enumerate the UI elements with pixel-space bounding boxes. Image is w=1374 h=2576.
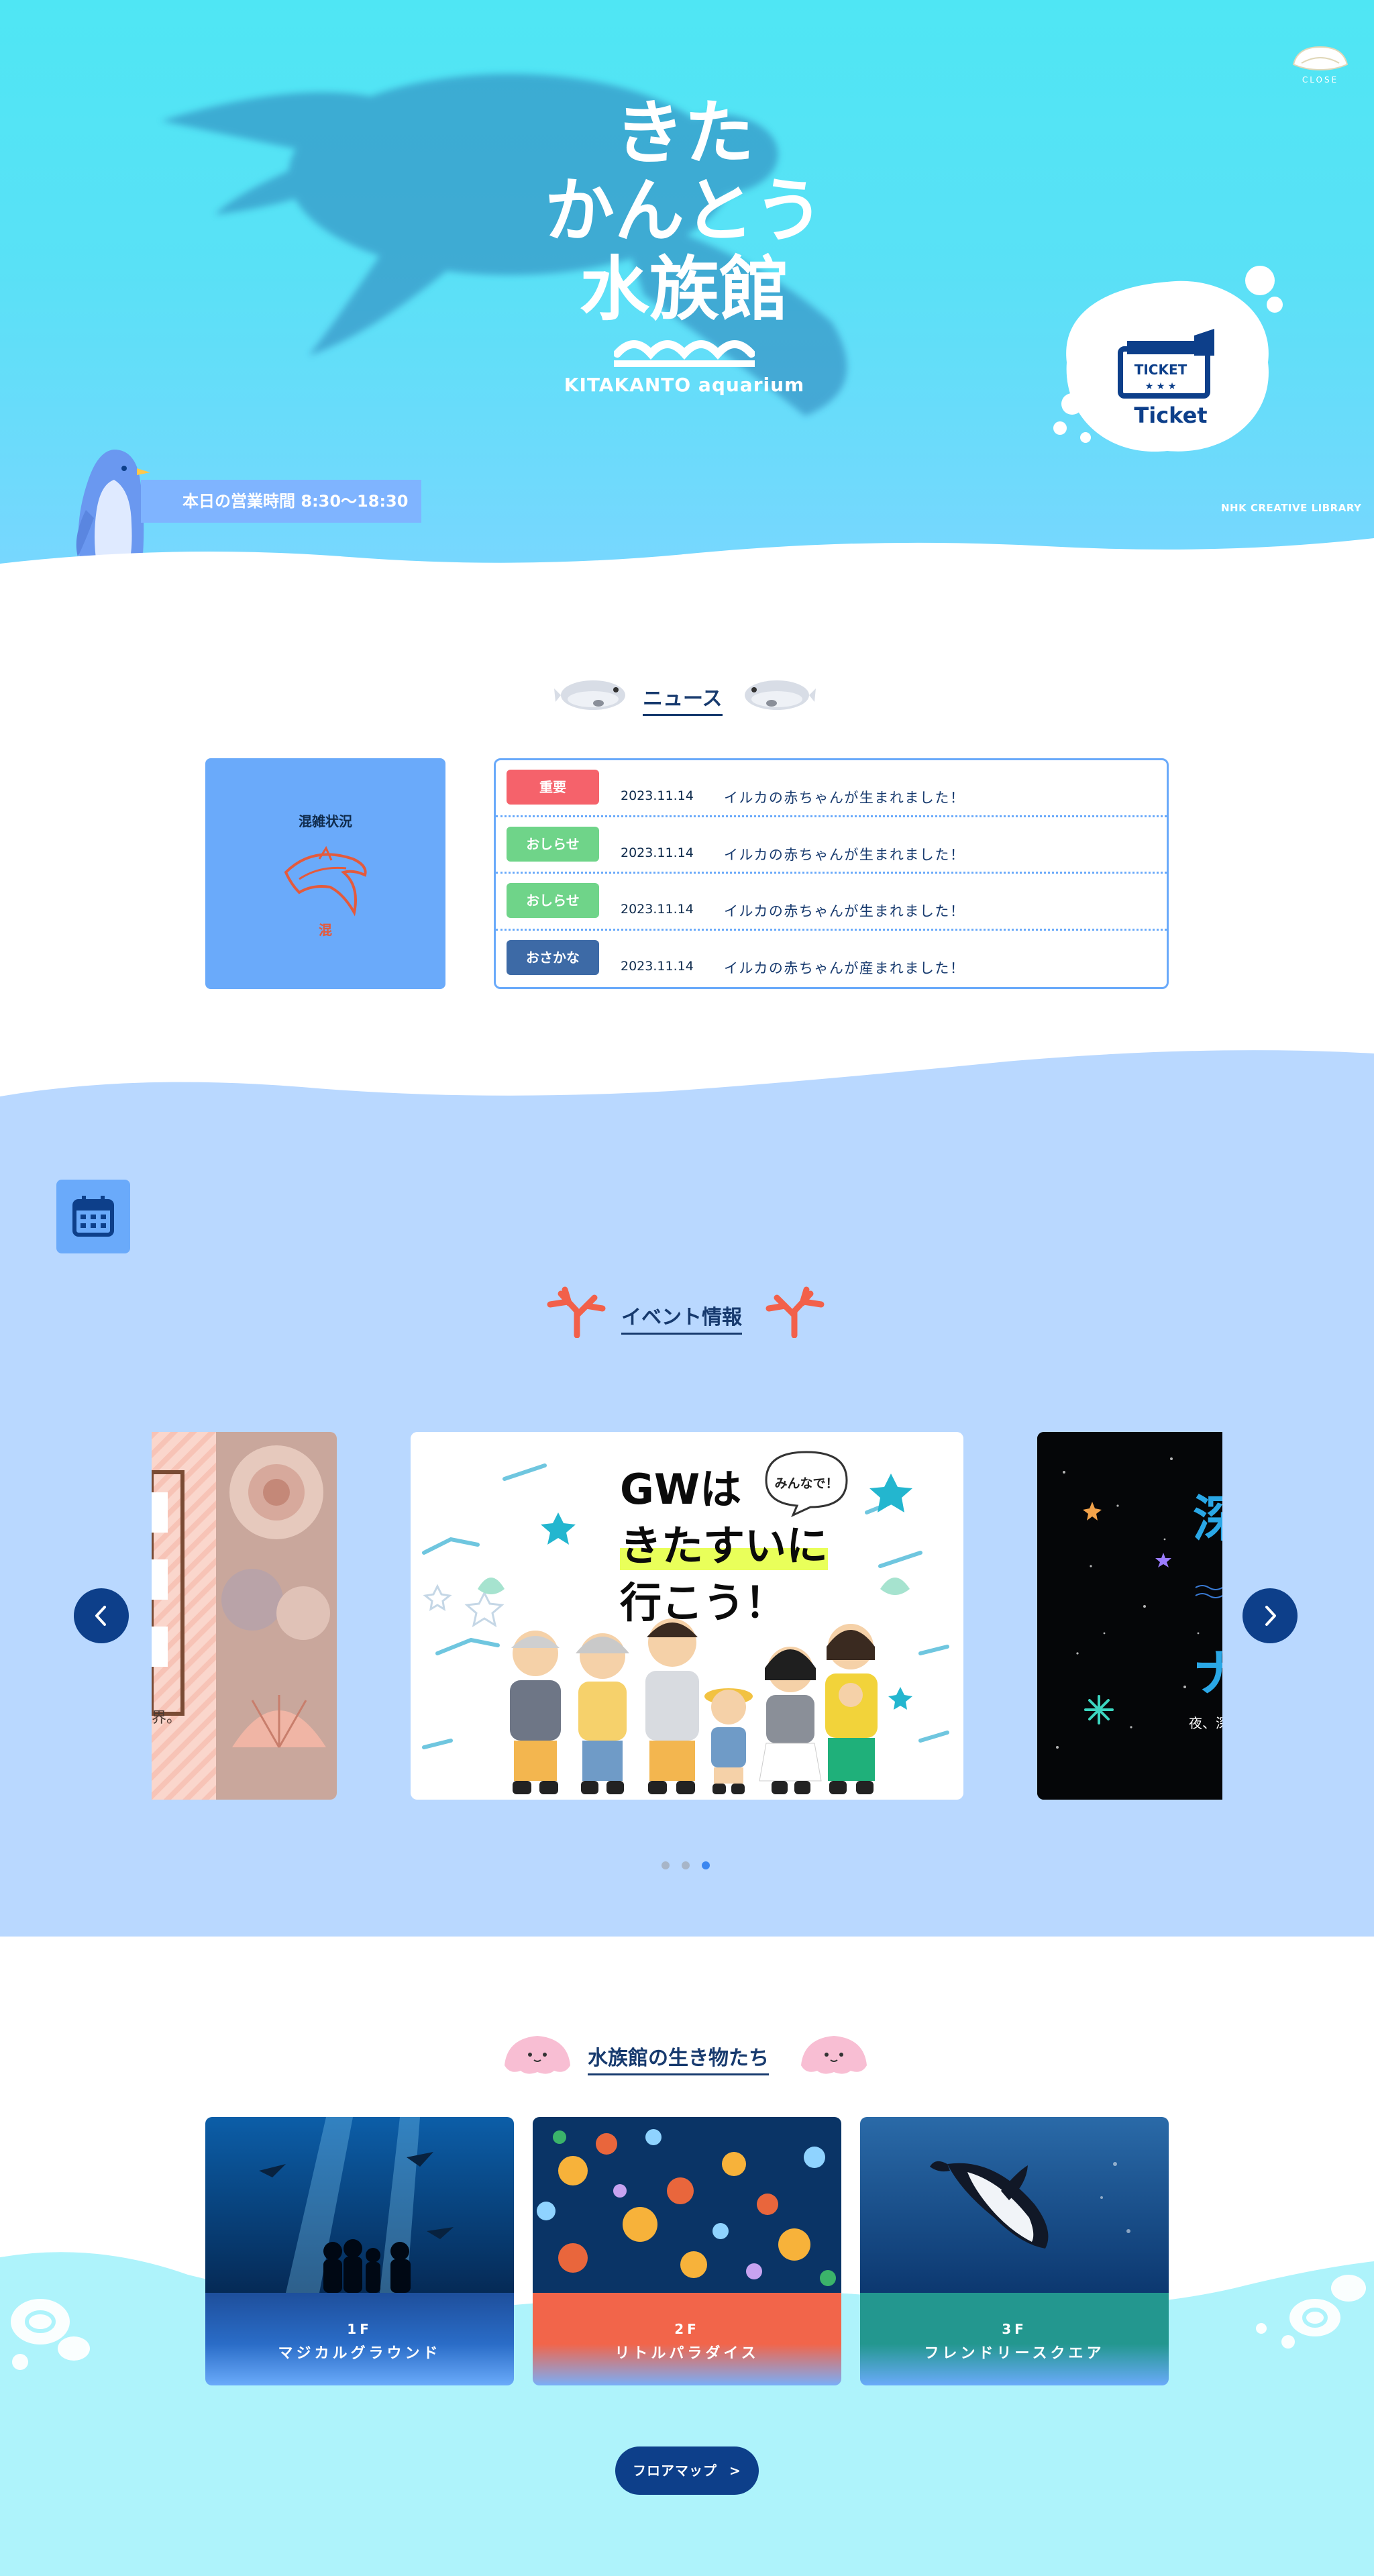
shell-icon bbox=[1292, 46, 1349, 71]
ticket-stamp-text: TICKET bbox=[1134, 362, 1187, 378]
news-date: 2023.11.14 bbox=[621, 788, 694, 803]
news-text: イルカの赤ちゃんが生まれました！ bbox=[724, 903, 965, 919]
news-text: イルカの赤ちゃんが産まれました！ bbox=[724, 960, 965, 976]
pagination-dot-active[interactable] bbox=[702, 1861, 710, 1869]
news-title: ニュース bbox=[643, 682, 723, 716]
event-slide-next[interactable]: 深 ナ 夜、深 bbox=[1037, 1432, 1222, 1800]
events-title: イベント情報 bbox=[621, 1300, 742, 1335]
carousel-next-button[interactable] bbox=[1243, 1588, 1298, 1643]
swimming-penguin-image bbox=[860, 2117, 1169, 2293]
news-date: 2023.11.14 bbox=[621, 958, 694, 974]
news-item[interactable]: おしらせ 2023.11.14 イルカの赤ちゃんが生まれました！ bbox=[496, 874, 1167, 931]
creatures-title: 水族館の生き物たち bbox=[588, 2041, 769, 2075]
congestion-title: 混雑状況 bbox=[299, 813, 352, 829]
pagination-dot[interactable] bbox=[682, 1861, 690, 1869]
news-date: 2023.11.14 bbox=[621, 902, 694, 917]
coral-reef-image bbox=[533, 2117, 841, 2293]
news-badge: おしらせ bbox=[507, 826, 599, 862]
floor-map-label: フロアマップ bbox=[633, 2463, 717, 2479]
jellyfish-icon-left bbox=[505, 2036, 570, 2074]
news-text: イルカの赤ちゃんが生まれました！ bbox=[724, 846, 965, 863]
floor-map-button[interactable]: フロアマップ > bbox=[615, 2446, 759, 2495]
news-item[interactable]: 重要 2023.11.14 イルカの赤ちゃんが生まれました！ bbox=[496, 760, 1167, 817]
floor-zone-name: フレンドリースクエア bbox=[924, 2345, 1105, 2362]
waves-icon bbox=[614, 340, 755, 368]
speech-bubble-text: みんなで！ bbox=[774, 1476, 839, 1491]
logo-line-2: かんとう bbox=[544, 170, 824, 252]
floor-zone-name: リトルパラダイス bbox=[615, 2345, 759, 2362]
logo-english: KITAKANTO aquarium bbox=[564, 374, 805, 397]
logo-line-1: きた bbox=[614, 92, 754, 174]
news-list: 重要 2023.11.14 イルカの赤ちゃんが生まれました！ おしらせ 2023… bbox=[494, 758, 1169, 989]
floor-card-footer: 3F フレンドリースクエア bbox=[860, 2293, 1169, 2385]
slide-left-caption: 界。 bbox=[152, 1710, 182, 1727]
chevron-right-icon: > bbox=[729, 2463, 741, 2479]
aquarium-tank-image bbox=[205, 2117, 514, 2293]
news-badge: おさかな bbox=[507, 939, 599, 975]
seal-icon-right bbox=[745, 680, 816, 710]
congestion-status-card[interactable]: 混雑状況 混 bbox=[205, 758, 445, 989]
slide-right-caption: 夜、深 bbox=[1189, 1715, 1222, 1731]
news-date: 2023.11.14 bbox=[621, 845, 694, 860]
dolphin-icon bbox=[284, 845, 367, 917]
ticket-badge-icon: TICKET ★ ★ ★ bbox=[1053, 266, 1283, 452]
logo-line-3: 水族館 bbox=[579, 248, 789, 330]
pagination-dot[interactable] bbox=[662, 1861, 670, 1869]
seal-icon-left bbox=[554, 680, 625, 710]
calendar-icon bbox=[72, 1196, 114, 1237]
events-wave-divider bbox=[0, 1047, 1374, 1096]
floor-card-footer: 1F マジカルグラウンド bbox=[205, 2293, 514, 2385]
hero-wave-divider bbox=[0, 538, 1374, 590]
shells-image bbox=[152, 1432, 337, 1800]
floor-card-2f[interactable]: 2F リトルパラダイス bbox=[533, 2117, 841, 2385]
close-label: CLOSE bbox=[1302, 75, 1339, 85]
floor-card-3f[interactable]: 3F フレンドリースクエア bbox=[860, 2117, 1169, 2385]
svg-text:★ ★ ★: ★ ★ ★ bbox=[1145, 381, 1177, 392]
coral-icon-right bbox=[765, 1286, 825, 1338]
floor-number: 3F bbox=[1002, 2321, 1027, 2337]
calendar-button[interactable] bbox=[56, 1180, 130, 1253]
jellyfish-icon-right bbox=[801, 2036, 867, 2074]
gw-line-2: きたすいに bbox=[620, 1521, 829, 1571]
photo-credit: NHK CREATIVE LIBRARY bbox=[1221, 502, 1362, 514]
gw-line-3: 行こう！ bbox=[620, 1578, 787, 1627]
news-badge: 重要 bbox=[507, 770, 599, 805]
hero-section: きた かんとう 水族館 KITAKANTO aquarium CLOSE TIC… bbox=[0, 0, 1374, 590]
congestion-level: 混 bbox=[319, 922, 332, 938]
slide-right-char-2: ナ bbox=[1193, 1645, 1222, 1702]
chevron-right-icon bbox=[1265, 1606, 1276, 1626]
news-badge: おしらせ bbox=[507, 883, 599, 918]
opening-hours: 本日の営業時間 8:30〜18:30 bbox=[141, 480, 421, 523]
event-slide-prev[interactable]: 界。 bbox=[152, 1432, 337, 1800]
chevron-left-icon bbox=[95, 1606, 106, 1626]
news-item[interactable]: おしらせ 2023.11.14 イルカの赤ちゃんが生まれました！ bbox=[496, 817, 1167, 874]
coral-icon-left bbox=[547, 1286, 606, 1338]
floor-card-footer: 2F リトルパラダイス bbox=[533, 2293, 841, 2385]
close-button[interactable]: CLOSE bbox=[1288, 43, 1353, 90]
carousel-prev-button[interactable] bbox=[74, 1588, 129, 1643]
floor-number: 1F bbox=[347, 2321, 372, 2337]
slide-right-char-1: 深 bbox=[1193, 1490, 1222, 1548]
floor-zone-name: マジカルグラウンド bbox=[278, 2345, 441, 2362]
news-text: イルカの赤ちゃんが生まれました！ bbox=[724, 790, 965, 806]
floor-number: 2F bbox=[674, 2321, 700, 2337]
floor-card-1f[interactable]: 1F マジカルグラウンド bbox=[205, 2117, 514, 2385]
ticket-button[interactable]: TICKET ★ ★ ★ Ticket bbox=[1047, 262, 1288, 463]
event-slide-current[interactable]: GWは きたすいに 行こう！ みんなで！ bbox=[411, 1432, 963, 1800]
news-item[interactable]: おさかな 2023.11.14 イルカの赤ちゃんが産まれました！ bbox=[496, 931, 1167, 988]
site-logo[interactable]: きた かんとう 水族館 KITAKANTO aquarium bbox=[523, 92, 845, 397]
ticket-label: Ticket bbox=[1134, 403, 1208, 428]
